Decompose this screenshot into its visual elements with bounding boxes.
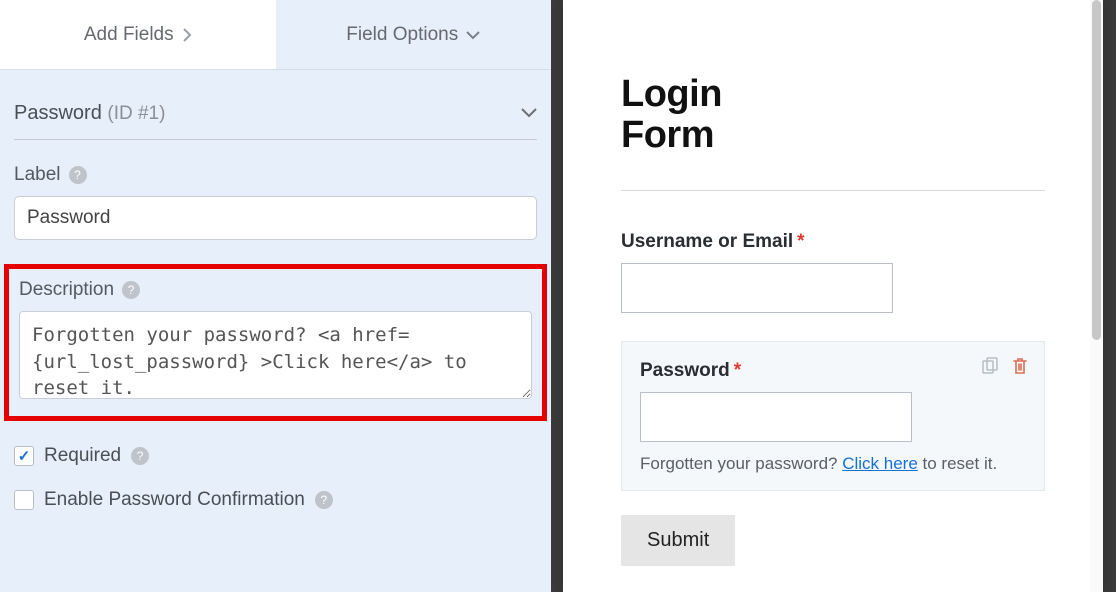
- help-icon[interactable]: ?: [69, 166, 87, 184]
- help-icon[interactable]: ?: [315, 491, 333, 509]
- password-label: Password *: [640, 360, 1026, 382]
- chevron-down-icon: [466, 30, 480, 40]
- username-input[interactable]: [621, 263, 893, 313]
- password-description: Forgotten your password? Click here to r…: [640, 454, 1026, 474]
- field-name: Password: [14, 102, 102, 124]
- password-input[interactable]: [640, 392, 912, 442]
- field-header[interactable]: Password (ID #1): [14, 70, 537, 140]
- help-icon[interactable]: ?: [122, 281, 140, 299]
- field-header-text: Password (ID #1): [14, 102, 165, 125]
- required-row[interactable]: Required ?: [14, 445, 537, 467]
- label-row-label: Label ?: [14, 164, 537, 186]
- scrollbar-thumb[interactable]: [1092, 0, 1101, 340]
- field-settings-body: Password (ID #1) Label ? Description ? R…: [0, 70, 551, 533]
- password-field-selected[interactable]: Password * Forgotten your password? Clic…: [621, 341, 1045, 491]
- required-label: Required: [44, 445, 121, 467]
- chevron-right-icon: [182, 28, 192, 42]
- form-title-line2: Form: [621, 114, 714, 156]
- field-actions: [980, 356, 1030, 376]
- desc-prefix: Forgotten your password?: [640, 454, 842, 473]
- reset-password-link[interactable]: Click here: [842, 454, 918, 473]
- enable-confirmation-label: Enable Password Confirmation: [44, 489, 305, 511]
- description-highlight: Description ?: [4, 264, 547, 421]
- chevron-down-icon: [521, 105, 537, 123]
- enable-confirmation-row[interactable]: Enable Password Confirmation ?: [14, 489, 537, 511]
- tab-field-options[interactable]: Field Options: [276, 0, 552, 69]
- trash-icon[interactable]: [1010, 356, 1030, 376]
- required-checkbox[interactable]: [14, 446, 34, 466]
- form-preview: Login Form Username or Email *: [563, 0, 1103, 586]
- panel-gap: [551, 0, 563, 592]
- label-input[interactable]: [14, 196, 537, 240]
- tab-add-fields[interactable]: Add Fields: [0, 0, 276, 69]
- tab-field-options-label: Field Options: [346, 24, 458, 46]
- description-label-text: Description: [19, 279, 114, 301]
- field-id: (ID #1): [107, 103, 165, 124]
- desc-suffix: to reset it.: [918, 454, 997, 473]
- duplicate-icon[interactable]: [980, 356, 1000, 376]
- label-text: Label: [14, 164, 61, 186]
- scrollbar[interactable]: [1090, 0, 1103, 592]
- title-divider: [621, 190, 1045, 191]
- submit-button[interactable]: Submit: [621, 515, 735, 566]
- form-preview-panel: Login Form Username or Email *: [563, 0, 1103, 592]
- required-asterisk: *: [734, 360, 741, 382]
- required-asterisk: *: [797, 231, 804, 253]
- form-title: Login Form: [621, 74, 1045, 156]
- help-icon[interactable]: ?: [131, 447, 149, 465]
- settings-panel: Add Fields Field Options Password (ID #1…: [0, 0, 551, 592]
- form-title-line1: Login: [621, 73, 722, 115]
- description-input[interactable]: [19, 311, 532, 399]
- password-label-text: Password: [640, 360, 730, 382]
- tab-add-fields-label: Add Fields: [84, 24, 174, 46]
- enable-confirmation-checkbox[interactable]: [14, 490, 34, 510]
- panel-tabs: Add Fields Field Options: [0, 0, 551, 70]
- username-field[interactable]: Username or Email *: [621, 231, 1045, 313]
- label-row: Label ?: [14, 164, 537, 240]
- description-row-label: Description ?: [19, 279, 532, 301]
- username-label: Username or Email *: [621, 231, 1045, 253]
- username-label-text: Username or Email: [621, 231, 793, 253]
